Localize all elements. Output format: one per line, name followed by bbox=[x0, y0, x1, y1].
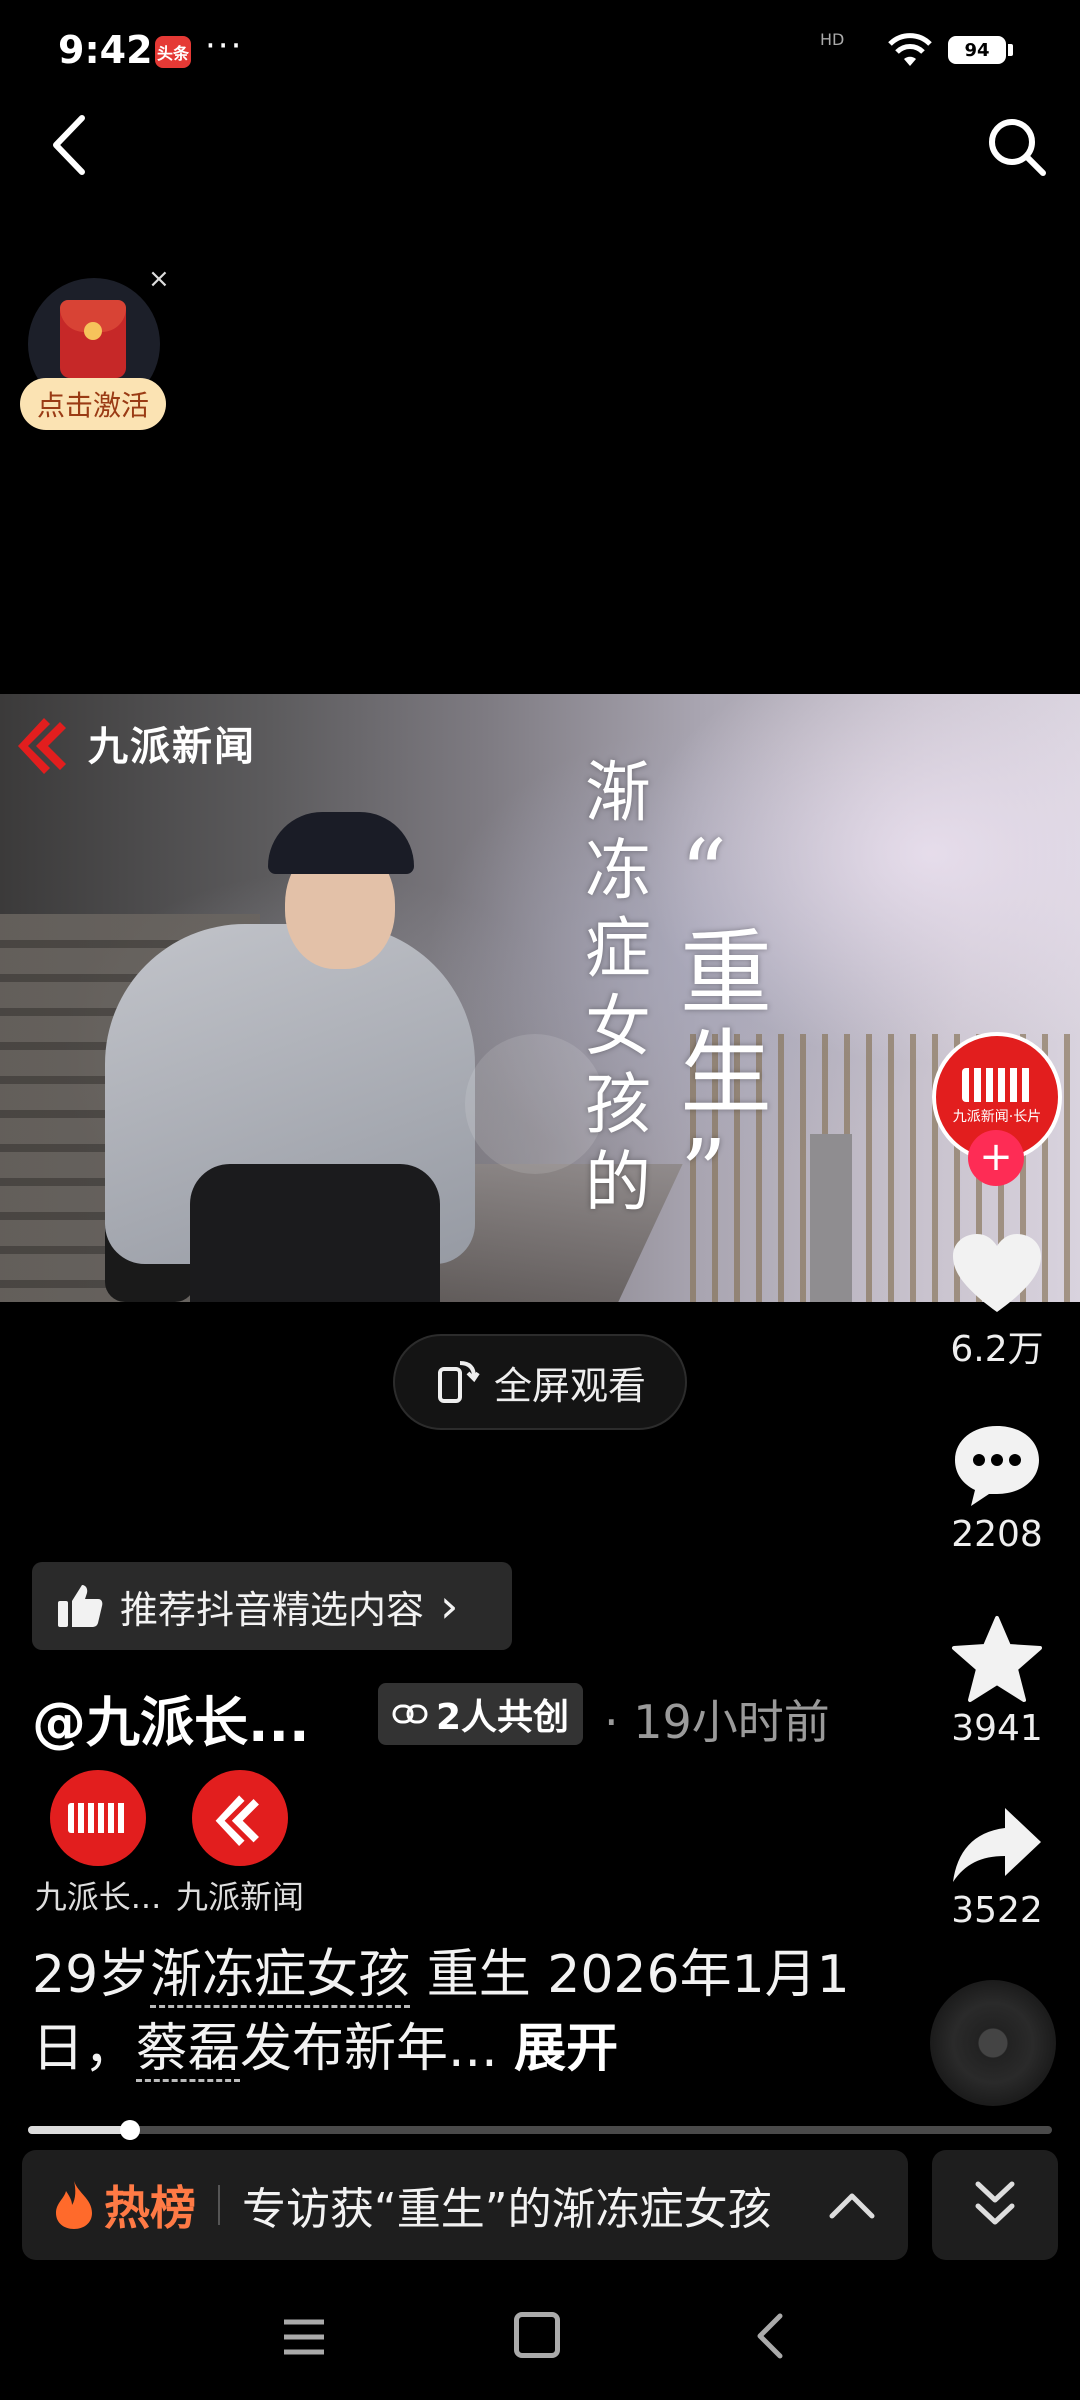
coauthor-item[interactable]: 九派新闻 bbox=[170, 1770, 310, 1918]
like-button[interactable]: 6.2万 bbox=[922, 1232, 1072, 1372]
star-icon bbox=[952, 1616, 1042, 1702]
divider bbox=[218, 2185, 220, 2225]
video-player[interactable]: 九派新闻 渐 冻 症 女 孩 的 “ 重 生 ” bbox=[0, 694, 1080, 1302]
more-notifications-icon: ··· bbox=[205, 26, 244, 66]
follow-button[interactable]: + bbox=[968, 1130, 1024, 1186]
author-handle[interactable]: @九派长... bbox=[32, 1678, 310, 1757]
cocreate-label: 2人共创 bbox=[436, 1697, 570, 1738]
comment-button[interactable]: 2208 bbox=[922, 1422, 1072, 1555]
video-person-cap bbox=[268, 812, 414, 874]
coauthor-item[interactable]: 九派长... bbox=[28, 1770, 168, 1918]
system-back-icon[interactable] bbox=[752, 2312, 788, 2360]
overlay-char: 渐 bbox=[585, 754, 651, 831]
link-icon bbox=[392, 1704, 428, 1724]
music-disc-icon[interactable] bbox=[930, 1980, 1056, 2106]
desc-text: 29岁 bbox=[32, 1945, 151, 2005]
chevron-right-icon: › bbox=[440, 1579, 459, 1633]
video-post bbox=[810, 1134, 852, 1302]
flame-icon bbox=[56, 2181, 92, 2229]
fullscreen-button[interactable]: 全屏观看 bbox=[393, 1334, 687, 1430]
heart-icon bbox=[953, 1234, 1041, 1312]
red-envelope-widget[interactable]: 点击激活 bbox=[20, 278, 170, 438]
fullscreen-label: 全屏观看 bbox=[493, 1363, 646, 1408]
progress-handle[interactable] bbox=[120, 2120, 141, 2140]
video-description[interactable]: 29岁渐冻症女孩 重生 2026年1月1日，蔡磊发布新年... 展开 bbox=[32, 1938, 912, 2086]
home-icon[interactable] bbox=[514, 2312, 560, 2358]
overlay-char: 冻 bbox=[585, 832, 651, 909]
overlay-char: 重 bbox=[680, 920, 773, 1027]
status-time: 9:42 bbox=[58, 28, 153, 72]
coauthor-name: 九派长... bbox=[34, 1878, 162, 1916]
recommend-label: 推荐抖音精选内容 bbox=[120, 1587, 425, 1632]
overlay-char: 女 bbox=[585, 988, 651, 1065]
toutiao-app-icon: 头条 bbox=[155, 36, 191, 68]
overlay-char: “ bbox=[680, 820, 728, 927]
like-count: 6.2万 bbox=[950, 1329, 1044, 1370]
hot-list-title: 专访获“重生”的渐冻症女孩 bbox=[242, 2184, 772, 2235]
progress-track[interactable] bbox=[28, 2126, 1052, 2134]
battery-tip bbox=[1008, 44, 1013, 56]
post-time: · 19小时前 bbox=[604, 1695, 830, 1749]
coauthor-avatar bbox=[50, 1770, 146, 1866]
overlay-char: 症 bbox=[585, 910, 651, 987]
battery-icon: 94 bbox=[948, 36, 1006, 64]
topic-link[interactable]: 渐冻症女孩 bbox=[150, 1945, 411, 2008]
search-icon[interactable] bbox=[985, 115, 1050, 180]
activate-button[interactable]: 点击激活 bbox=[20, 378, 166, 430]
jiupai-logo-icon bbox=[18, 718, 66, 774]
jiupai-logo-icon bbox=[215, 1795, 259, 1846]
favorite-button[interactable]: 3941 bbox=[922, 1614, 1072, 1749]
wifi-icon bbox=[888, 33, 932, 66]
double-chevron-down-icon bbox=[975, 2181, 1015, 2225]
close-icon[interactable]: × bbox=[148, 264, 170, 294]
envelope-coin-icon bbox=[84, 322, 102, 340]
share-arrow-icon bbox=[953, 1808, 1041, 1882]
comment-count: 2208 bbox=[951, 1514, 1043, 1555]
thumbs-up-icon bbox=[58, 1585, 103, 1627]
video-person-legs bbox=[190, 1164, 440, 1302]
expand-button[interactable]: 展开 bbox=[514, 2019, 618, 2079]
play-icon bbox=[465, 1034, 605, 1174]
jiupai-long-logo-icon bbox=[68, 1803, 128, 1833]
overlay-char: 的 bbox=[585, 1144, 651, 1221]
cocreate-badge[interactable]: 2人共创 bbox=[378, 1683, 584, 1745]
coauthor-avatar bbox=[192, 1770, 288, 1866]
status-bar: 9:42 头条 ··· HD 94 bbox=[0, 0, 1080, 100]
chevron-up-icon[interactable] bbox=[828, 2190, 876, 2220]
overlay-char: ” bbox=[680, 1120, 728, 1227]
jiupai-long-logo-icon bbox=[962, 1068, 1032, 1102]
share-button[interactable]: 3522 bbox=[922, 1802, 1072, 1931]
overlay-char: 孩 bbox=[585, 1066, 651, 1143]
video-channel-watermark: 九派新闻 bbox=[88, 723, 256, 770]
desc-text: 发布新年... bbox=[240, 2019, 498, 2079]
author-avatar-text: 九派新闻·长片 bbox=[952, 1109, 1042, 1125]
video-overlay-text-col2: “ 重 生 ” bbox=[680, 824, 780, 1224]
coauthor-name: 九派新闻 bbox=[175, 1878, 304, 1916]
back-icon[interactable] bbox=[40, 110, 100, 180]
menu-icon[interactable] bbox=[282, 2318, 326, 2356]
network-label: HD bbox=[820, 30, 845, 49]
overlay-char: 生 bbox=[680, 1020, 773, 1127]
rotate-phone-icon bbox=[437, 1361, 480, 1403]
video-overlay-text-col1: 渐 冻 症 女 孩 的 bbox=[585, 754, 665, 1222]
hot-list-bar[interactable]: 热榜 专访获“重生”的渐冻症女孩 bbox=[22, 2150, 908, 2260]
progress-fill bbox=[28, 2126, 131, 2134]
topic-link[interactable]: 蔡磊 bbox=[136, 2019, 241, 2082]
comment-icon bbox=[955, 1426, 1039, 1506]
recommend-banner[interactable]: 推荐抖音精选内容 › bbox=[32, 1562, 512, 1650]
collapse-button[interactable] bbox=[932, 2150, 1058, 2260]
hot-list-label: 热榜 bbox=[104, 2181, 196, 2235]
favorite-count: 3941 bbox=[951, 1708, 1043, 1749]
share-count: 3522 bbox=[951, 1890, 1043, 1931]
